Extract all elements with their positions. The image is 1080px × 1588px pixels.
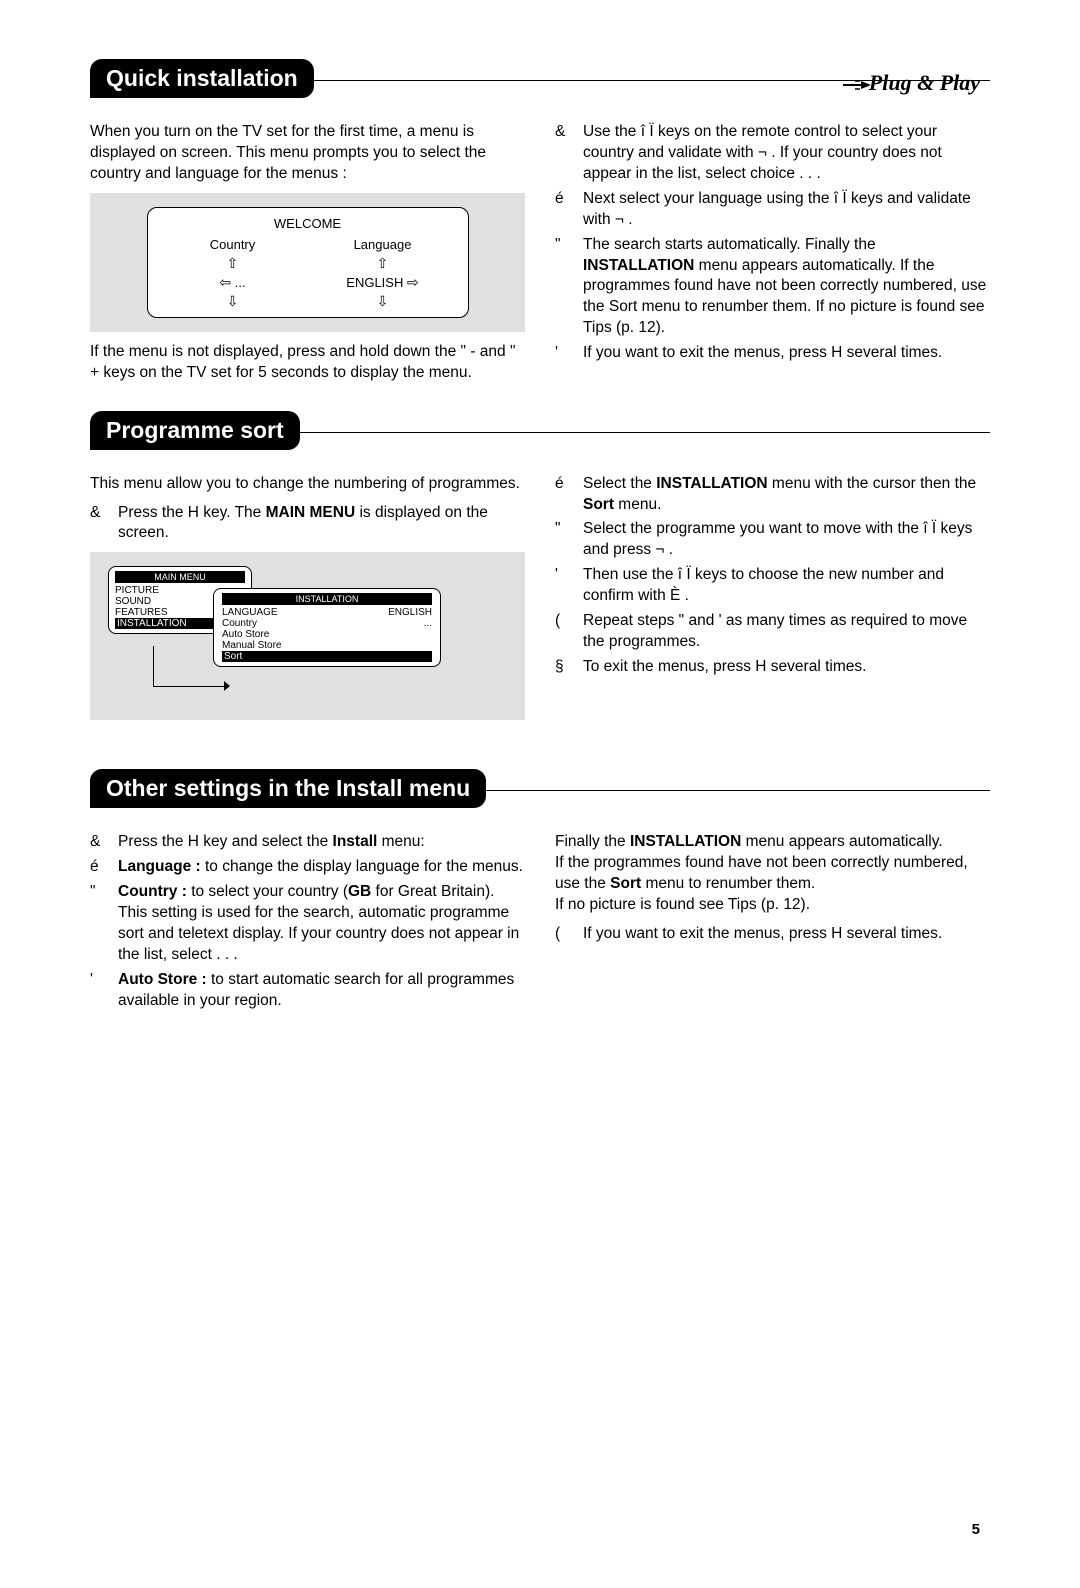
step-marker: ' xyxy=(555,565,575,586)
step-item: &Use the î Ï keys on the remote control … xyxy=(555,122,990,185)
step-marker: " xyxy=(555,519,575,540)
step-item: " Country : to select your country (GB fo… xyxy=(90,882,525,966)
step-text: Press the H key. The MAIN MENU is displa… xyxy=(118,504,488,542)
step-text: Press the H key and select the Install m… xyxy=(118,833,425,850)
section-quick-installation: Quick installation When you turn on the … xyxy=(90,80,990,392)
step-marker: é xyxy=(555,474,575,495)
plug-and-play-logo: Plug & Play xyxy=(843,70,980,96)
step-marker: & xyxy=(90,503,110,524)
step-item: " The search starts automatically. Finall… xyxy=(555,235,990,340)
page-number: 5 xyxy=(972,1521,980,1538)
menu-illustration: MAIN MENU PICTURESOUNDFEATURESINSTALLATI… xyxy=(90,552,525,720)
step-text: To exit the menus, press H several times… xyxy=(583,658,866,675)
step-text: Use the î Ï keys on the remote control t… xyxy=(583,123,942,182)
steps-list: &Use the î Ï keys on the remote control … xyxy=(555,122,990,364)
step-marker: ( xyxy=(555,924,575,945)
steps-list: &Press the H key. The MAIN MENU is displ… xyxy=(90,503,525,545)
step-marker: & xyxy=(90,832,110,853)
right-text: Finally the INSTALLATION menu appears au… xyxy=(555,832,990,916)
step-item: é Select the INSTALLATION menu with the c… xyxy=(555,474,990,516)
steps-list: é Select the INSTALLATION menu with the c… xyxy=(555,474,990,678)
step-text: Next select your language using the î Ï … xyxy=(583,190,971,228)
arrow-right-icon: ⇨ xyxy=(407,275,419,289)
step-item: &Press the H key. The MAIN MENU is displ… xyxy=(90,503,525,545)
step-text: If you want to exit the menus, press H s… xyxy=(583,925,942,942)
step-item: § To exit the menus, press H several time… xyxy=(555,657,990,678)
arrow-down-icon: ⇩ xyxy=(227,294,239,308)
step-text: Select the programme you want to move wi… xyxy=(583,520,972,558)
step-text: Then use the î Ï keys to choose the new … xyxy=(583,566,944,604)
step-text: Auto Store : to start automatic search f… xyxy=(118,971,514,1009)
step-text: If you want to exit the menus, press H s… xyxy=(583,344,942,361)
intro-text: When you turn on the TV set for the firs… xyxy=(90,122,525,185)
step-text: Select the INSTALLATION menu with the cu… xyxy=(583,475,976,513)
heading-quick-installation: Quick installation xyxy=(90,59,314,98)
step-item: ' If you want to exit the menus, press H … xyxy=(555,343,990,364)
step-marker: § xyxy=(555,657,575,678)
step-marker: é xyxy=(90,857,110,878)
step-text: Country : to select your country (GB for… xyxy=(118,883,519,963)
step-text: The search starts automatically. Finally… xyxy=(583,236,986,337)
step-marker: & xyxy=(555,122,575,143)
step-item: é Next select your language using the î Ï… xyxy=(555,189,990,231)
step-marker: ( xyxy=(555,611,575,632)
step-marker: " xyxy=(555,235,575,256)
note-text: If the menu is not displayed, press and … xyxy=(90,342,525,384)
heading-other-settings: Other settings in the Install menu xyxy=(90,769,486,808)
step-item: é Language : to change the display langua… xyxy=(90,857,525,878)
steps-list: &Press the H key and select the Install … xyxy=(90,832,525,1011)
arrow-up-icon: ⇧ xyxy=(227,256,239,270)
step-item: " Select the programme you want to move w… xyxy=(555,519,990,561)
section-programme-sort: Programme sort This menu allow you to ch… xyxy=(90,432,990,731)
step-marker: é xyxy=(555,189,575,210)
step-text: Repeat steps " and ' as many times as re… xyxy=(583,612,967,650)
steps-list: ( If you want to exit the menus, press H … xyxy=(555,924,990,945)
step-marker: ' xyxy=(555,343,575,364)
arrow-up-icon: ⇧ xyxy=(377,256,389,270)
step-item: ( If you want to exit the menus, press H … xyxy=(555,924,990,945)
step-item: ( Repeat steps " and ' as many times as r… xyxy=(555,611,990,653)
step-item: ' Auto Store : to start automatic search … xyxy=(90,970,525,1012)
step-item: &Press the H key and select the Install … xyxy=(90,832,525,853)
welcome-menu-illustration: WELCOME Country Language ⇧ ⇧ ⇦ ... ENGLI… xyxy=(90,193,525,332)
step-marker: " xyxy=(90,882,110,903)
intro-text: This menu allow you to change the number… xyxy=(90,474,525,495)
arrow-down-icon: ⇩ xyxy=(377,294,389,308)
arrow-left-icon: ⇦ xyxy=(219,275,231,289)
heading-programme-sort: Programme sort xyxy=(90,411,300,450)
step-marker: ' xyxy=(90,970,110,991)
step-text: Language : to change the display languag… xyxy=(118,858,523,875)
section-other-settings: Other settings in the Install menu &Pres… xyxy=(90,790,990,1015)
step-item: ' Then use the î Ï keys to choose the new… xyxy=(555,565,990,607)
